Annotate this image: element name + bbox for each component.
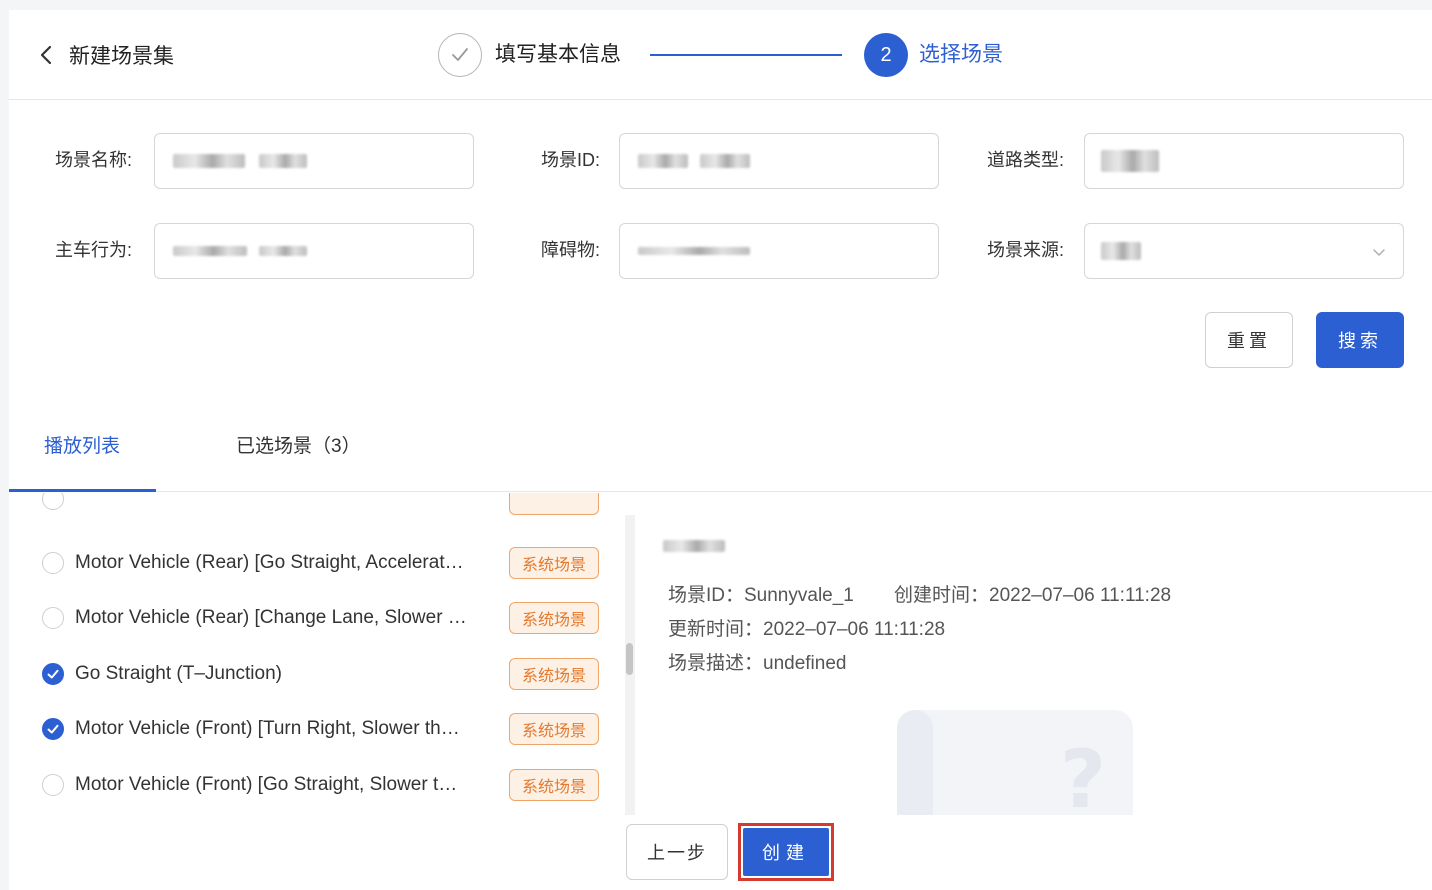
system-scene-tag: 系统场景 (509, 769, 599, 801)
search-button[interactable]: 搜索 (1316, 312, 1404, 368)
chevron-left-icon (40, 45, 52, 65)
step-done-check-icon (438, 33, 482, 77)
reset-button[interactable]: 重置 (1205, 312, 1293, 368)
detail-description: 场景描述：undefined (668, 653, 847, 674)
page-card: 新建场景集 填写基本信息 2 选择场景 场景名称: 场景ID: 道路类型: 主车… (9, 10, 1432, 890)
tab-playlist[interactable]: 播放列表 (44, 434, 120, 460)
step-2-label: 选择场景 (919, 43, 1003, 66)
road-type-select[interactable] (1084, 133, 1404, 189)
tab-active-indicator (9, 489, 156, 492)
source-label: 场景来源: (987, 240, 1065, 260)
scene-id-input[interactable] (619, 133, 939, 189)
list-item-label: Motor Vehicle (Front) [Turn Right, Slowe… (75, 718, 460, 739)
empty-image-placeholder-icon: ? (897, 710, 1133, 815)
scene-name-label: 场景名称: (55, 150, 133, 170)
ego-behavior-input[interactable] (154, 223, 474, 279)
ego-behavior-label: 主车行为: (55, 240, 133, 260)
checkbox[interactable] (42, 552, 64, 574)
scene-name-redacted (663, 539, 725, 553)
check-icon (47, 669, 59, 679)
checkbox-checked[interactable] (42, 718, 64, 740)
step-1-label: 填写基本信息 (495, 43, 621, 66)
list-item[interactable]: Motor Vehicle (Front) [Turn Right, Slowe… (9, 709, 609, 749)
list-item-label: Motor Vehicle (Rear) [Change Lane, Slowe… (75, 607, 467, 628)
step-2-number: 2 (864, 33, 908, 77)
checkbox[interactable] (42, 774, 64, 796)
check-icon (47, 724, 59, 734)
list-item[interactable]: Motor Vehicle (Rear) [Change Lane, Slowe… (9, 598, 609, 638)
page-header: 新建场景集 填写基本信息 2 选择场景 (9, 10, 1432, 100)
tabs-bar: 播放列表 已选场景（3） (9, 412, 1432, 492)
list-item-partial (9, 493, 609, 519)
detail-scene-id: 场景ID：Sunnyvale_1 (668, 585, 854, 606)
list-scrollbar-thumb[interactable] (626, 643, 633, 675)
scene-list: Motor Vehicle (Rear) [Go Straight, Accel… (9, 493, 627, 815)
detail-created-time: 创建时间：2022–07–06 11:11:28 (894, 585, 1172, 606)
system-scene-tag: 系统场景 (509, 713, 599, 745)
create-button[interactable]: 创建 (743, 828, 829, 876)
list-item-label: Motor Vehicle (Rear) [Go Straight, Accel… (75, 552, 464, 573)
checkbox[interactable] (42, 493, 64, 510)
list-item-label: Go Straight (T–Junction) (75, 663, 282, 684)
chevron-down-icon (1373, 249, 1385, 256)
detail-updated-time: 更新时间：2022–07–06 11:11:28 (668, 619, 946, 640)
back-button[interactable]: 新建场景集 (39, 40, 174, 70)
checkbox-checked[interactable] (42, 663, 64, 685)
road-type-label: 道路类型: (987, 150, 1065, 170)
page-title: 新建场景集 (69, 45, 174, 68)
list-item[interactable]: Motor Vehicle (Front) [Go Straight, Slow… (9, 765, 609, 805)
system-scene-tag: 系统场景 (509, 547, 599, 579)
checkbox[interactable] (42, 607, 64, 629)
source-select[interactable] (1084, 223, 1404, 279)
scene-name-input[interactable] (154, 133, 474, 189)
scene-id-label: 场景ID: (541, 150, 601, 170)
list-item-label: Motor Vehicle (Front) [Go Straight, Slow… (75, 774, 458, 795)
scene-detail-panel: 场景ID：Sunnyvale_1 创建时间：2022–07–06 11:11:2… (649, 515, 1429, 815)
list-item[interactable]: Motor Vehicle (Rear) [Go Straight, Accel… (9, 543, 609, 583)
step-connector (650, 54, 842, 56)
svg-text:?: ? (1060, 733, 1106, 815)
system-scene-tag: 系统场景 (509, 602, 599, 634)
create-button-highlight: 创建 (738, 823, 834, 881)
obstacle-label: 障碍物: (541, 240, 601, 260)
previous-step-button[interactable]: 上一步 (626, 824, 728, 880)
list-item[interactable]: Go Straight (T–Junction) 系统场景 (9, 654, 609, 694)
system-scene-tag (509, 493, 599, 515)
obstacle-input[interactable] (619, 223, 939, 279)
system-scene-tag: 系统场景 (509, 658, 599, 690)
tab-selected-scenes[interactable]: 已选场景（3） (236, 434, 361, 460)
